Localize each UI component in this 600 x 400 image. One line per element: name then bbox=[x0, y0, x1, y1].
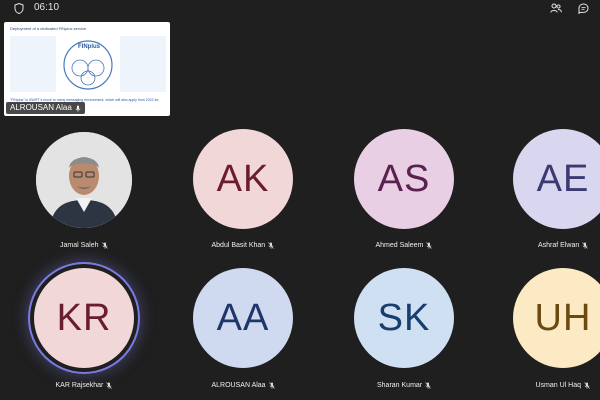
microphone-icon bbox=[425, 382, 431, 389]
slide-title: Deployment of a dedicated FINplus servic… bbox=[10, 26, 87, 31]
presenter-name: ALROUSAN Alaa bbox=[10, 103, 72, 112]
avatar-initials: AK bbox=[216, 157, 270, 200]
slide-left-panel bbox=[10, 36, 56, 92]
participant-name-label: KAR Rajsekhar bbox=[56, 382, 113, 389]
microphone-icon bbox=[268, 242, 274, 249]
participant-name: Usman Ul Haq bbox=[535, 382, 582, 389]
slide-center-label: FINplus bbox=[78, 44, 100, 50]
participant-name-label: Sharan Kumar bbox=[377, 382, 431, 389]
participant-name-label: ALROUSAN Alaa bbox=[212, 382, 275, 389]
slide-right-panel bbox=[120, 36, 166, 92]
participant-name: Ashraf Elwan bbox=[538, 242, 580, 249]
microphone-icon bbox=[106, 382, 113, 389]
avatar: AE bbox=[513, 129, 600, 229]
participant-name-label: Jamal Saleh bbox=[60, 242, 108, 249]
participant-name-label: Ashraf Elwan bbox=[538, 242, 588, 249]
avatar: KR bbox=[34, 268, 134, 368]
shared-screen-thumbnail[interactable]: Deployment of a dedicated FINplus servic… bbox=[4, 22, 170, 116]
microphone-icon bbox=[584, 382, 590, 389]
participant-name: Jamal Saleh bbox=[60, 242, 99, 249]
microphone-icon bbox=[582, 242, 588, 249]
people-icon[interactable] bbox=[550, 0, 562, 16]
profile-photo-icon bbox=[36, 132, 132, 228]
participant-name: Sharan Kumar bbox=[377, 382, 423, 389]
avatar: SK bbox=[354, 268, 454, 368]
microphone-icon bbox=[75, 105, 81, 112]
avatar: AS bbox=[354, 129, 454, 229]
participant-name-label: Usman Ul Haq bbox=[536, 382, 591, 389]
participant-name-label: Abdul Basit Khan bbox=[212, 242, 275, 249]
avatar-initials: KR bbox=[56, 296, 112, 339]
presenter-label: ALROUSAN Alaa bbox=[6, 102, 85, 114]
avatar: AK bbox=[193, 129, 293, 229]
avatar-initials: UH bbox=[534, 296, 592, 339]
chat-icon[interactable] bbox=[578, 0, 589, 16]
participant-name: ALROUSAN Alaa bbox=[211, 382, 266, 389]
avatar-initials: AA bbox=[216, 296, 270, 339]
avatar: UH bbox=[513, 268, 600, 368]
meeting-timer: 06:10 bbox=[34, 2, 60, 13]
microphone-icon bbox=[426, 242, 433, 249]
participant-name: KAR Rajsekhar bbox=[55, 382, 104, 389]
shield-icon[interactable] bbox=[14, 0, 24, 16]
avatar bbox=[36, 132, 132, 228]
avatar: AA bbox=[193, 268, 293, 368]
participant-name-label: Ahmed Saleem bbox=[376, 242, 433, 249]
microphone-icon bbox=[101, 242, 108, 249]
avatar-initials: AS bbox=[377, 157, 431, 200]
participant-name: Abdul Basit Khan bbox=[211, 242, 266, 249]
meeting-top-bar: 06:10 bbox=[0, 0, 600, 16]
microphone-icon bbox=[268, 382, 275, 389]
participant-name: Ahmed Saleem bbox=[375, 242, 424, 249]
avatar-initials: SK bbox=[377, 296, 431, 339]
avatar-initials: AE bbox=[536, 157, 590, 200]
